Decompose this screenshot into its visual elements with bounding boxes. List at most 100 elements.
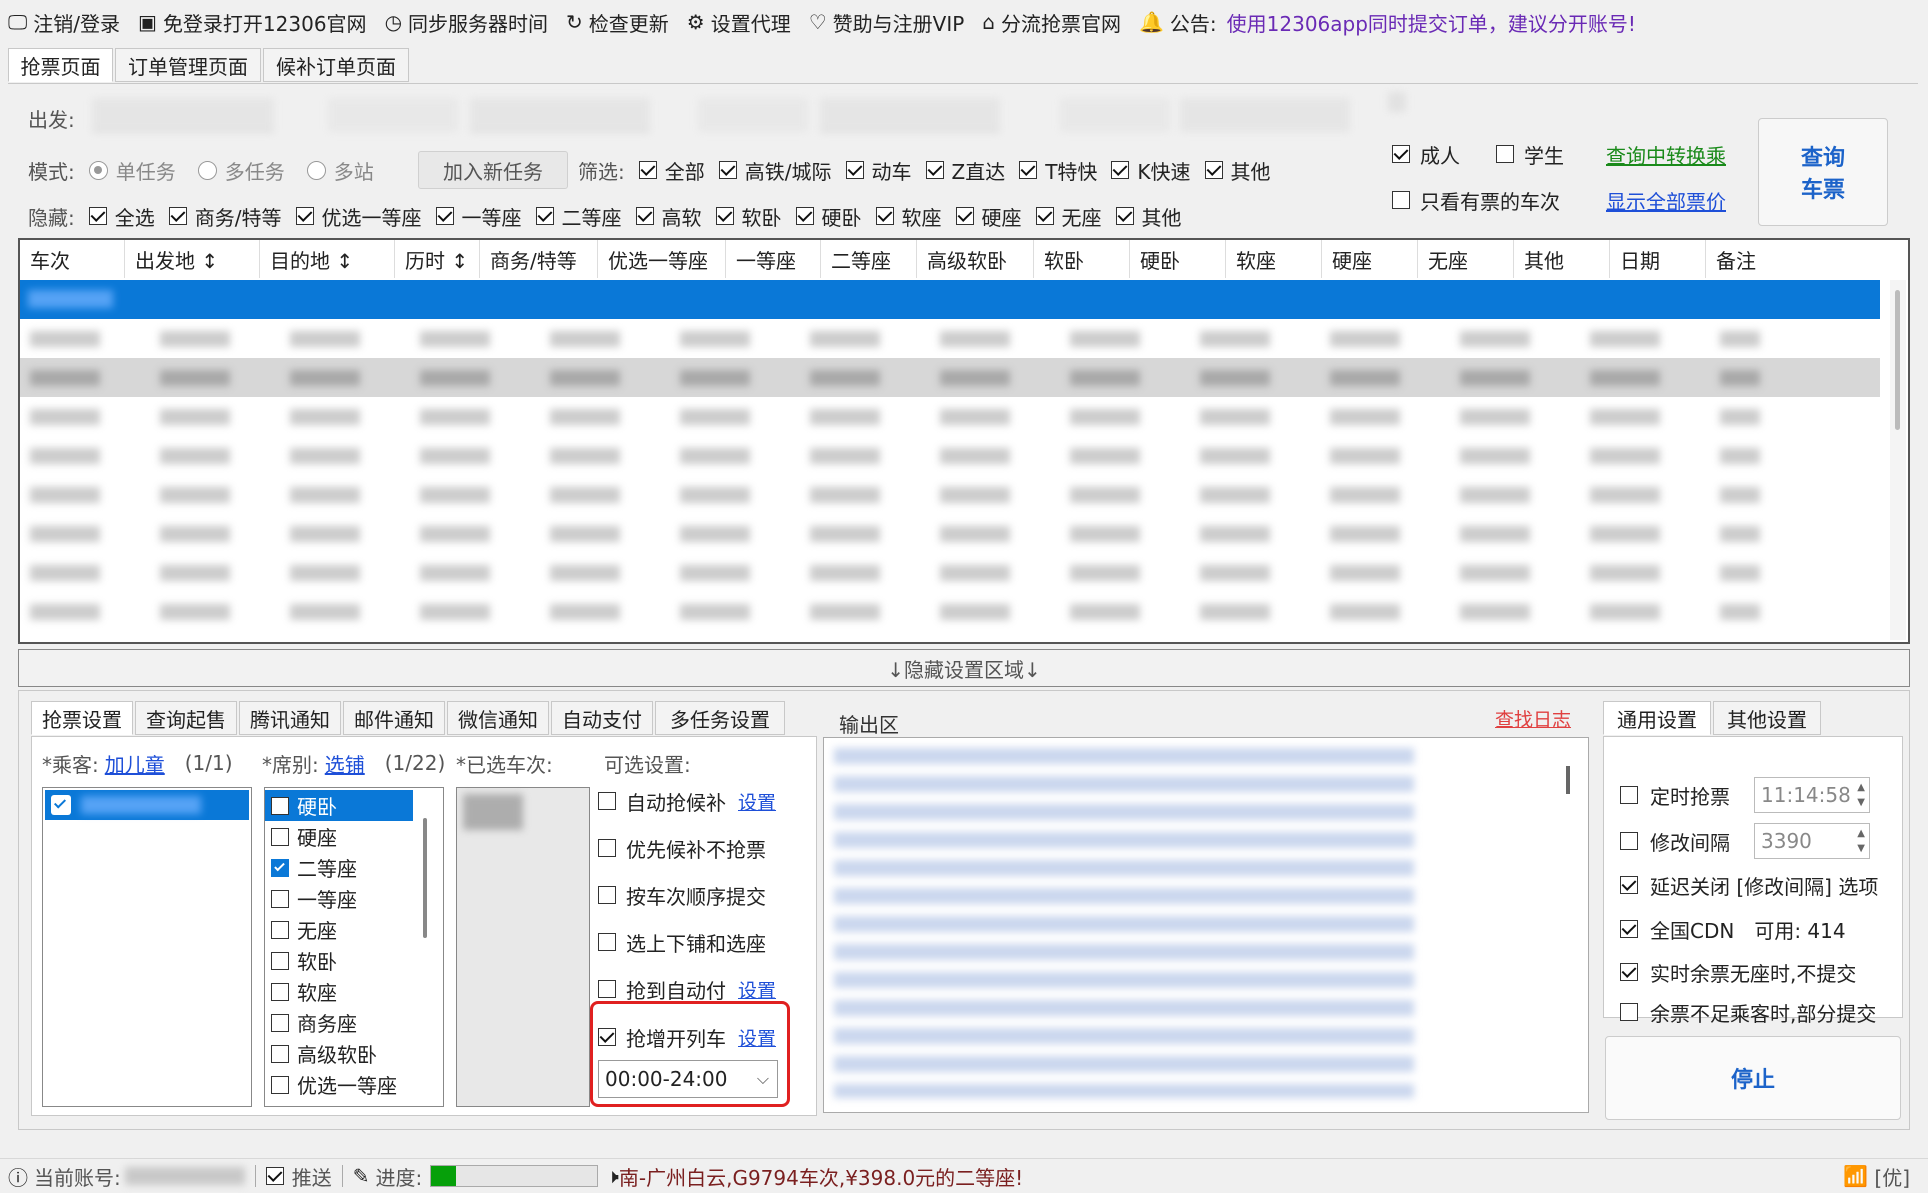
- mode-single-radio[interactable]: [88, 160, 108, 180]
- adult-option[interactable]: 成人: [1392, 140, 1460, 168]
- no-seat-option[interactable]: 实时余票无座时,不提交: [1620, 957, 1856, 987]
- option-prefer-waitlist[interactable]: 优先候补不抢票: [598, 834, 766, 862]
- filter-k[interactable]: K快速: [1111, 156, 1191, 185]
- auto-pay-settings-link[interactable]: 设置: [738, 976, 776, 1003]
- transfer-link[interactable]: 查询中转换乘: [1606, 140, 1726, 169]
- seat-option-ruanzuo[interactable]: 软座: [265, 976, 337, 1007]
- col-soft-sleeper[interactable]: 软卧: [1034, 240, 1130, 278]
- col-date[interactable]: 日期: [1610, 240, 1706, 278]
- toolbar-check-update[interactable]: ↻ 检查更新: [566, 8, 669, 37]
- auto-waitlist-settings-link[interactable]: 设置: [738, 788, 776, 815]
- delay-close-option[interactable]: 延迟关闭 [修改间隔] 选项: [1620, 870, 1878, 900]
- option-auto-waitlist[interactable]: 自动抢候补 设置: [598, 787, 798, 815]
- toolbar-proxy[interactable]: ⚙ 设置代理: [687, 8, 791, 37]
- table-row[interactable]: [20, 475, 1880, 514]
- table-row[interactable]: [20, 358, 1880, 397]
- seat-option-premium-first[interactable]: 优选一等座: [265, 1069, 397, 1100]
- col-second[interactable]: 二等座: [821, 240, 917, 278]
- output-log[interactable]: [823, 737, 1589, 1113]
- time-range-select[interactable]: 00:00-24:00 ⌵: [598, 1060, 778, 1098]
- seat-option-business[interactable]: 商务座: [265, 1007, 357, 1038]
- col-premium-first[interactable]: 优选一等座: [598, 240, 726, 278]
- push-checkbox[interactable]: [265, 1167, 284, 1185]
- stop-button[interactable]: 停止: [1605, 1036, 1901, 1120]
- filter-z[interactable]: Z直达: [925, 156, 1005, 185]
- tab-general[interactable]: 通用设置: [1603, 701, 1711, 735]
- table-row[interactable]: [20, 319, 1880, 358]
- toolbar-sync-time[interactable]: ◷ 同步服务器时间: [385, 8, 548, 37]
- passenger-checkbox[interactable]: [51, 795, 71, 815]
- col-hard-sleeper[interactable]: 硬卧: [1130, 240, 1226, 278]
- col-business[interactable]: 商务/特等: [480, 240, 598, 278]
- option-order-submit[interactable]: 按车次顺序提交: [598, 881, 766, 909]
- option-auto-pay[interactable]: 抢到自动付 设置: [598, 975, 776, 1003]
- date-picker[interactable]: [1180, 98, 1350, 132]
- col-remark[interactable]: 备注: [1706, 240, 1880, 278]
- col-other[interactable]: 其他: [1514, 240, 1610, 278]
- table-row[interactable]: [20, 397, 1880, 436]
- toolbar-vip[interactable]: ♡ 赞助与注册VIP: [809, 8, 965, 37]
- query-tickets-button[interactable]: 查询 车票: [1758, 118, 1888, 226]
- filter-all[interactable]: 全部: [638, 156, 705, 185]
- time-select[interactable]: [1060, 98, 1170, 132]
- add-task-button[interactable]: 加入新任务: [418, 151, 568, 189]
- toolbar-site[interactable]: ⌂ 分流抢票官网: [982, 8, 1121, 37]
- toolbar-open-12306[interactable]: ▣ 免登录打开12306官网: [138, 8, 367, 37]
- to-station-input[interactable]: [470, 98, 650, 132]
- tab-grab-settings[interactable]: 抢票设置: [31, 701, 133, 735]
- mode-multi-radio[interactable]: [197, 160, 217, 180]
- filter-other[interactable]: 其他: [1204, 156, 1271, 185]
- col-hard-seat[interactable]: 硬座: [1322, 240, 1418, 278]
- hide-all[interactable]: 全选: [88, 202, 155, 231]
- filter-dongche[interactable]: 动车: [845, 156, 912, 185]
- table-row[interactable]: [20, 592, 1880, 631]
- timed-grab-input[interactable]: 11:14:58 ▲ ▼: [1754, 777, 1870, 813]
- cdn-option[interactable]: 全国CDN 可用: 414: [1620, 914, 1846, 944]
- seat-option-first[interactable]: 一等座: [265, 883, 357, 914]
- hide-business[interactable]: 商务/特等: [168, 202, 282, 231]
- col-duration[interactable]: 历时 ↕: [395, 240, 480, 278]
- timed-grab-option[interactable]: 定时抢票 11:14:58 ▲ ▼: [1620, 775, 1870, 815]
- seat-option-yingwo[interactable]: 硬卧: [265, 790, 413, 821]
- hide-gaoruan[interactable]: 高软: [635, 202, 702, 231]
- date-input[interactable]: [820, 98, 1000, 132]
- col-soft-seat[interactable]: 软座: [1226, 240, 1322, 278]
- table-scrollbar[interactable]: [1890, 280, 1906, 640]
- station-select[interactable]: [698, 98, 808, 132]
- table-row[interactable]: [20, 514, 1880, 553]
- hide-yingzuo[interactable]: 硬座: [955, 202, 1022, 231]
- tab-query-sale[interactable]: 查询起售: [135, 701, 237, 735]
- tab-multitask[interactable]: 多任务设置: [655, 701, 785, 735]
- choose-berth-link[interactable]: 选铺: [325, 749, 365, 778]
- toolbar-login[interactable]: 🖵 注销/登录: [8, 8, 120, 37]
- hide-yingwo[interactable]: 硬卧: [795, 202, 862, 231]
- table-row[interactable]: [20, 553, 1880, 592]
- mode-station-radio[interactable]: [306, 160, 326, 180]
- spinner-icon[interactable]: ▲ ▼: [1857, 780, 1865, 810]
- hide-ruanzuo[interactable]: 软座: [875, 202, 942, 231]
- tab-wechat[interactable]: 微信通知: [447, 701, 549, 735]
- col-train-no[interactable]: 车次: [20, 240, 125, 278]
- spinner-icon[interactable]: ▲ ▼: [1857, 826, 1865, 856]
- seat-option-ruanwo[interactable]: 软卧: [265, 945, 337, 976]
- seat-option-second[interactable]: 二等座: [265, 852, 357, 883]
- tab-orders[interactable]: 订单管理页面: [115, 48, 261, 82]
- filter-gaotie[interactable]: 高铁/城际: [718, 156, 832, 185]
- col-to[interactable]: 目的地 ↕: [260, 240, 395, 278]
- tab-grab[interactable]: 抢票页面: [8, 48, 113, 82]
- interval-input[interactable]: 3390 ▲ ▼: [1754, 823, 1870, 859]
- col-first[interactable]: 一等座: [726, 240, 821, 278]
- hide-wuzuo[interactable]: 无座: [1035, 202, 1102, 231]
- interval-option[interactable]: 修改间隔 3390 ▲ ▼: [1620, 821, 1870, 861]
- tab-waitlist[interactable]: 候补订单页面: [263, 48, 409, 82]
- tab-tencent[interactable]: 腾讯通知: [239, 701, 341, 735]
- show-prices-link[interactable]: 显示全部票价: [1606, 186, 1726, 215]
- tab-mail[interactable]: 邮件通知: [343, 701, 445, 735]
- find-log-link[interactable]: 查找日志: [1495, 705, 1571, 732]
- table-row[interactable]: [20, 280, 1880, 319]
- option-choose-berth[interactable]: 选上下铺和选座: [598, 928, 766, 956]
- hide-first[interactable]: 一等座: [435, 202, 522, 231]
- seat-list-scrollbar[interactable]: [423, 818, 427, 938]
- seat-option-deluxe-sleeper[interactable]: 高级软卧: [265, 1038, 377, 1069]
- col-from[interactable]: 出发地 ↕: [125, 240, 260, 278]
